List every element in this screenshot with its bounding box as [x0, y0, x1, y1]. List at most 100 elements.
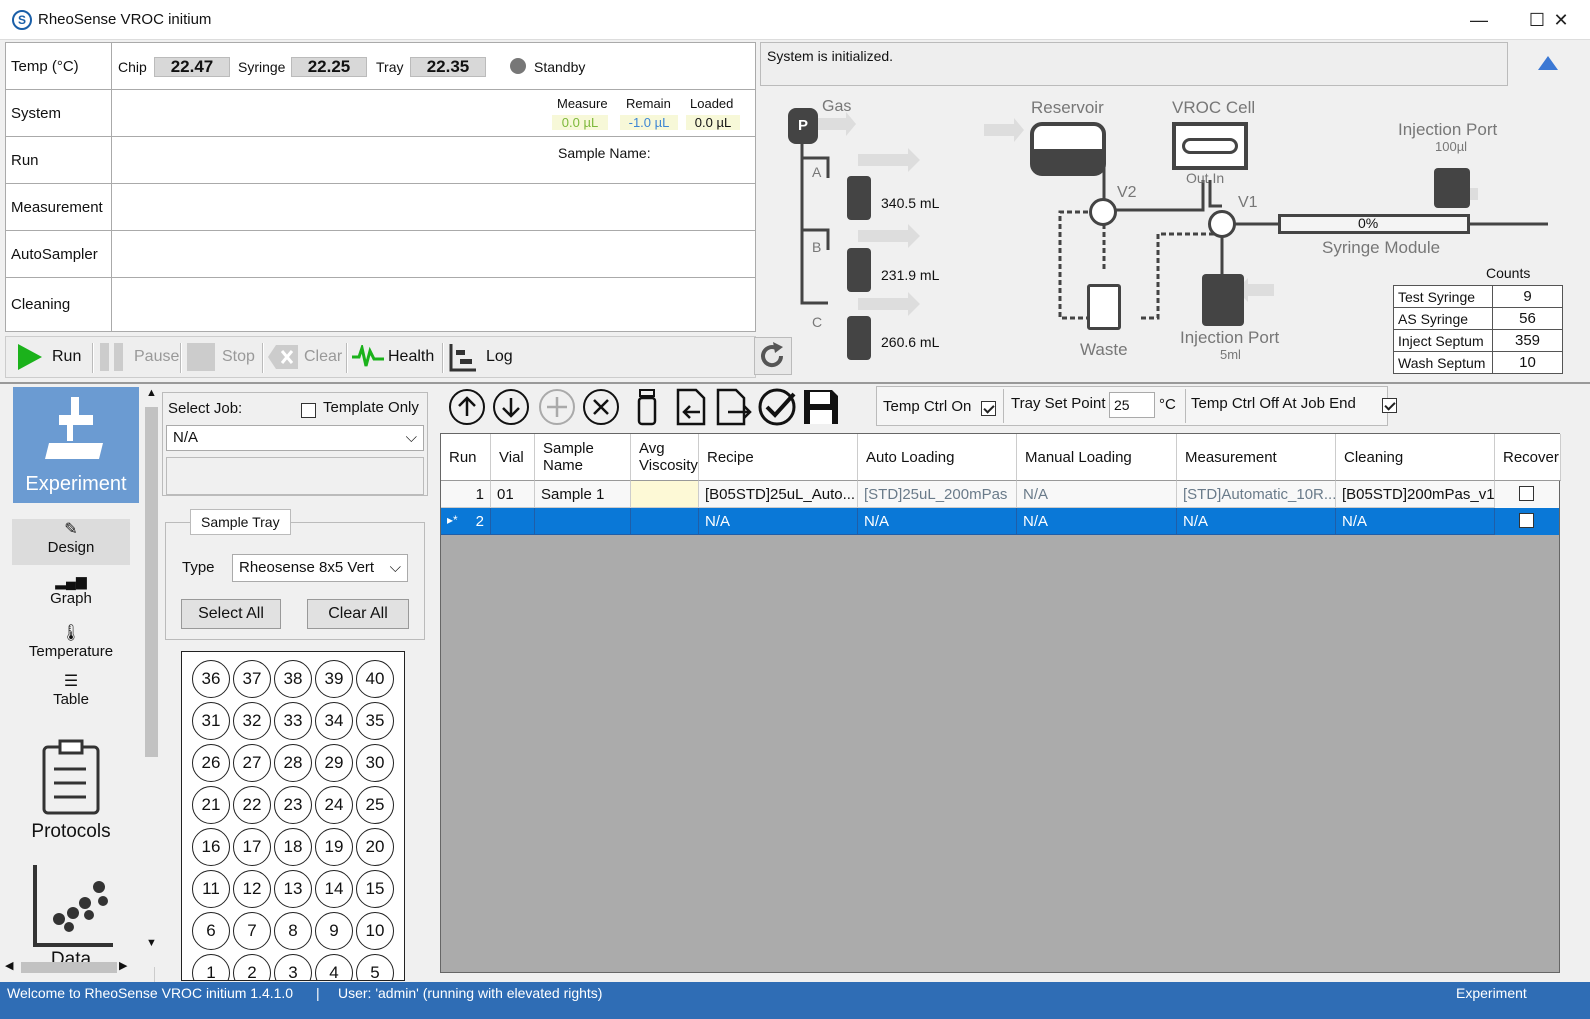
vial-13[interactable]: 13 — [274, 870, 312, 908]
vial-4[interactable]: 4 — [315, 954, 353, 980]
save-icon[interactable] — [802, 388, 840, 426]
nav-data[interactable]: Data — [12, 865, 130, 965]
vial-30[interactable]: 30 — [356, 744, 394, 782]
tray-set-point-input[interactable]: 25 — [1109, 392, 1155, 418]
vial-1[interactable]: 1 — [192, 954, 230, 980]
column-header[interactable]: Vial — [491, 434, 535, 481]
column-header[interactable]: Measurement — [1177, 434, 1336, 481]
scroll-right-icon[interactable]: ▶ — [119, 959, 127, 972]
cell-run[interactable]: 1 — [441, 481, 491, 508]
move-down-icon[interactable] — [492, 388, 530, 426]
vial-19[interactable]: 19 — [315, 828, 353, 866]
health-button[interactable]: Health — [352, 341, 434, 373]
close-button[interactable]: ✕ — [1532, 0, 1590, 40]
column-header[interactable]: Sample Name — [535, 434, 631, 481]
vial-11[interactable]: 11 — [192, 870, 230, 908]
vial-8[interactable]: 8 — [274, 912, 312, 950]
vial-34[interactable]: 34 — [315, 702, 353, 740]
vial-23[interactable]: 23 — [274, 786, 312, 824]
vial-25[interactable]: 25 — [356, 786, 394, 824]
vial-12[interactable]: 12 — [233, 870, 271, 908]
stop-button[interactable]: Stop — [186, 341, 255, 373]
cell-visc[interactable] — [631, 508, 699, 535]
vial-29[interactable]: 29 — [315, 744, 353, 782]
vial-27[interactable]: 27 — [233, 744, 271, 782]
vial-17[interactable]: 17 — [233, 828, 271, 866]
move-up-icon[interactable] — [448, 388, 486, 426]
run-button[interactable]: Run — [14, 341, 81, 373]
nav-protocols[interactable]: Protocols — [12, 739, 130, 842]
vial-7[interactable]: 7 — [233, 912, 271, 950]
scroll-up-icon[interactable]: ▲ — [144, 387, 159, 399]
vial-14[interactable]: 14 — [315, 870, 353, 908]
cell-manual[interactable]: N/A — [1017, 481, 1177, 508]
cell-visc[interactable] — [631, 481, 699, 508]
cell-sample[interactable]: Sample 1 — [535, 481, 631, 508]
pause-button[interactable]: Pause — [98, 341, 179, 373]
recover-checkbox[interactable] — [1519, 486, 1534, 501]
vial-26[interactable]: 26 — [192, 744, 230, 782]
temp-ctrl-off-checkbox[interactable] — [1382, 397, 1398, 413]
cell-measurement[interactable]: N/A — [1177, 508, 1336, 535]
job-select[interactable]: N/A ⌵ — [166, 425, 424, 451]
vial-33[interactable]: 33 — [274, 702, 312, 740]
vial-16[interactable]: 16 — [192, 828, 230, 866]
job-description-area[interactable] — [166, 457, 424, 495]
add-icon[interactable] — [538, 388, 576, 426]
vial-40[interactable]: 40 — [356, 660, 394, 698]
column-header[interactable]: Avg Viscosity — [631, 434, 699, 481]
vial-3[interactable]: 3 — [274, 954, 312, 980]
column-header[interactable]: Recover — [1495, 434, 1561, 481]
cell-auto[interactable]: N/A — [858, 508, 1017, 535]
export-icon[interactable] — [714, 388, 752, 426]
cell-recipe[interactable]: N/A — [699, 508, 858, 535]
scroll-thumb[interactable] — [145, 407, 158, 757]
vial-24[interactable]: 24 — [315, 786, 353, 824]
column-header[interactable]: Manual Loading — [1017, 434, 1177, 481]
log-button[interactable]: Log — [448, 341, 513, 373]
vial-18[interactable]: 18 — [274, 828, 312, 866]
nav-hscrollbar[interactable]: ◀ ▶ — [5, 959, 143, 976]
scroll-left-icon[interactable]: ◀ — [5, 959, 13, 972]
select-all-button[interactable]: Select All — [181, 599, 281, 629]
vial-38[interactable]: 38 — [274, 660, 312, 698]
cell-vial[interactable] — [491, 508, 535, 535]
vial-31[interactable]: 31 — [192, 702, 230, 740]
delete-icon[interactable] — [582, 388, 620, 426]
vial-22[interactable]: 22 — [233, 786, 271, 824]
column-header[interactable]: Cleaning — [1336, 434, 1495, 481]
vial-15[interactable]: 15 — [356, 870, 394, 908]
column-header[interactable]: Recipe — [699, 434, 858, 481]
cell-cleaning[interactable]: [B05STD]200mPas_v1 — [1336, 481, 1495, 508]
recover-checkbox[interactable] — [1519, 513, 1534, 528]
clear-button[interactable]: Clear — [268, 341, 342, 373]
validate-icon[interactable] — [758, 388, 796, 426]
vial-20[interactable]: 20 — [356, 828, 394, 866]
clear-all-button[interactable]: Clear All — [307, 599, 409, 629]
cell-measurement[interactable]: [STD]Automatic_10R... — [1177, 481, 1336, 508]
vial-21[interactable]: 21 — [192, 786, 230, 824]
column-header[interactable]: Run — [441, 434, 491, 481]
cell-auto[interactable]: [STD]25uL_200mPas — [858, 481, 1017, 508]
nav-graph[interactable]: ▂▄▆ Graph — [12, 573, 130, 607]
vial-icon[interactable] — [628, 388, 666, 426]
nav-temperature[interactable]: 🌡 Temperature — [12, 623, 130, 660]
vial-36[interactable]: 36 — [192, 660, 230, 698]
nav-scrollbar[interactable]: ▲ ▼ — [143, 387, 160, 967]
vial-10[interactable]: 10 — [356, 912, 394, 950]
column-header[interactable]: Auto Loading — [858, 434, 1017, 481]
cell-cleaning[interactable]: N/A — [1336, 508, 1495, 535]
scroll-down-icon[interactable]: ▼ — [144, 937, 159, 949]
cell-sample[interactable] — [535, 508, 631, 535]
vial-32[interactable]: 32 — [233, 702, 271, 740]
cell-vial[interactable]: 01 — [491, 481, 535, 508]
vial-39[interactable]: 39 — [315, 660, 353, 698]
minimize-button[interactable]: — — [1450, 0, 1508, 40]
nav-design[interactable]: ✎ Design — [12, 519, 130, 565]
vial-5[interactable]: 5 — [356, 954, 394, 980]
template-only-checkbox[interactable] — [301, 402, 316, 418]
vial-6[interactable]: 6 — [192, 912, 230, 950]
nav-table[interactable]: ☰ Table — [12, 671, 130, 708]
vial-37[interactable]: 37 — [233, 660, 271, 698]
vial-9[interactable]: 9 — [315, 912, 353, 950]
